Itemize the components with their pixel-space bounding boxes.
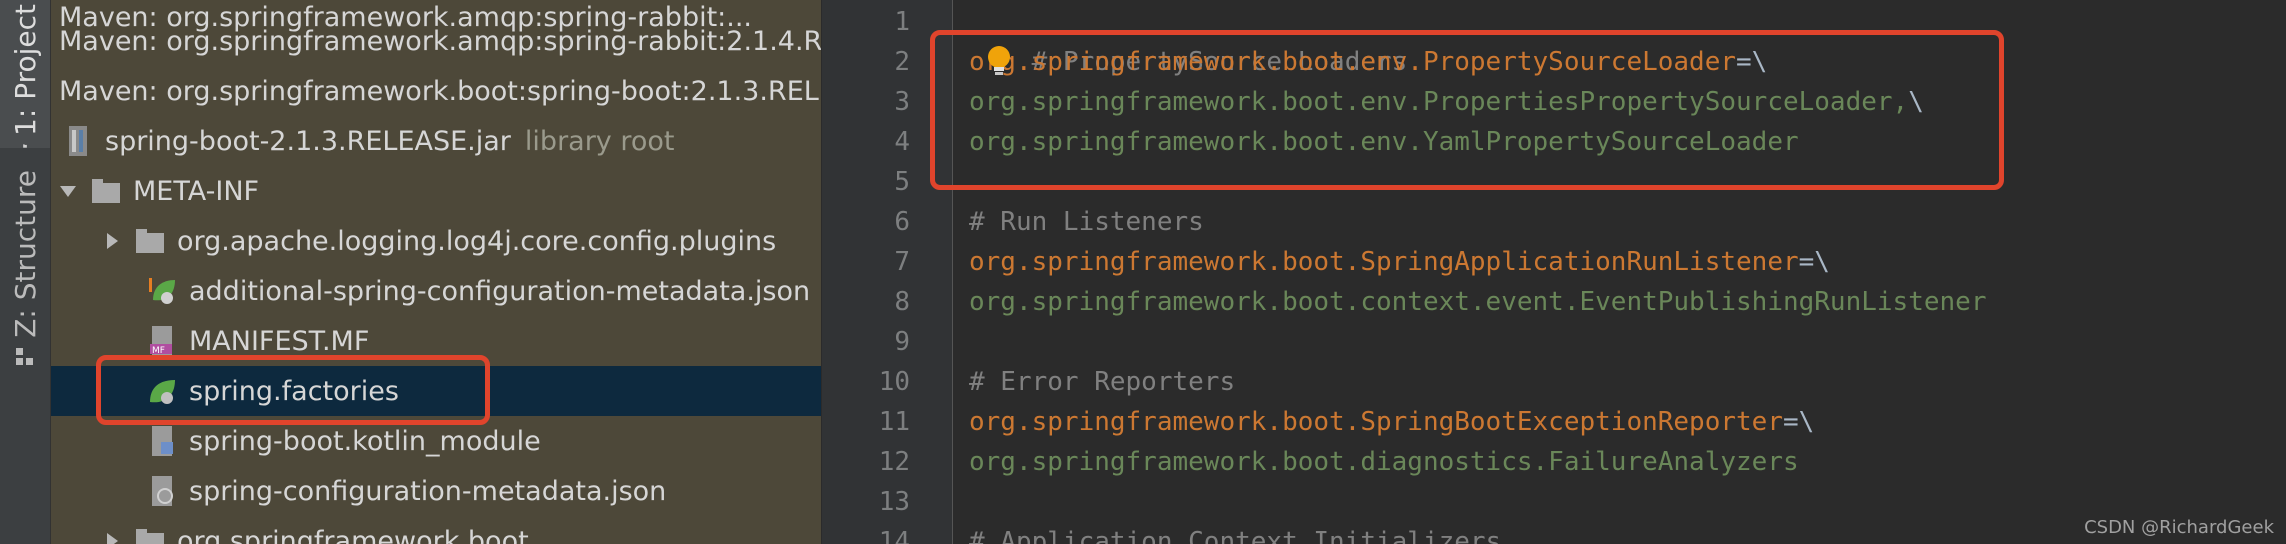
tree-item-label: META-INF bbox=[133, 175, 260, 207]
project-tab-label: 1: Project bbox=[8, 4, 42, 136]
tree-row-additional-metadata[interactable]: additional-spring-configuration-metadata… bbox=[51, 266, 821, 316]
tree-item-label: additional-spring-configuration-metadata… bbox=[189, 275, 811, 307]
comment: # Error Reporters bbox=[969, 367, 1236, 397]
tool-window-strip: 1: Project Z: Structure bbox=[0, 0, 51, 544]
property-key: org.springframework.boot.SpringApplicati… bbox=[969, 247, 1799, 277]
code-line-6[interactable]: # Run Listeners bbox=[969, 202, 1204, 242]
chevron-down-icon[interactable] bbox=[59, 182, 77, 200]
code-line-14[interactable]: # Application Context Initializers bbox=[969, 522, 1501, 544]
line-number: 8 bbox=[894, 287, 910, 317]
tree-item-label: org.springframework.boot bbox=[177, 525, 529, 544]
code-line-8[interactable]: org.springframework.boot.context.event.E… bbox=[969, 282, 1986, 322]
tree-row-meta-inf[interactable]: META-INF bbox=[51, 166, 821, 216]
package-folder-icon bbox=[136, 529, 164, 544]
manifest-icon: MF bbox=[150, 326, 172, 356]
line-number: 3 bbox=[894, 87, 910, 117]
code-line-7[interactable]: org.springframework.boot.SpringApplicati… bbox=[969, 242, 1830, 282]
code-line-12[interactable]: org.springframework.boot.diagnostics.Fai… bbox=[969, 442, 1799, 482]
highlight-box-spring-factories bbox=[96, 355, 490, 425]
structure-tab-label: Z: Structure bbox=[8, 170, 42, 338]
tree-row-org-springframework-boot[interactable]: org.springframework.boot bbox=[51, 516, 821, 544]
project-folder-icon bbox=[23, 144, 27, 148]
project-tree[interactable]: Maven: org.springframework.amqp:spring-r… bbox=[51, 0, 821, 544]
tree-item-label: spring-boot-2.1.3.RELEASE.jar bbox=[105, 125, 511, 157]
package-folder-icon bbox=[136, 229, 164, 253]
tree-item-label: Maven: org.springframework.amqp:spring-r… bbox=[59, 25, 821, 57]
kotlin-module-icon bbox=[152, 426, 173, 456]
tree-item-label: Maven: org.springframework.boot:spring-b… bbox=[59, 75, 819, 107]
tree-row-config-metadata[interactable]: spring-configuration-metadata.json bbox=[51, 466, 821, 516]
folder-icon bbox=[92, 179, 120, 203]
line-number: 5 bbox=[894, 167, 910, 197]
line-number: 14 bbox=[878, 527, 910, 544]
comment: # Application Context Initializers bbox=[969, 527, 1502, 544]
library-root-hint: library root bbox=[524, 125, 675, 157]
line-number: 2 bbox=[894, 47, 910, 77]
tree-item-label: org.apache.logging.log4j.core.config.plu… bbox=[177, 225, 777, 257]
comment: # Run Listeners bbox=[969, 207, 1204, 237]
assign-operator: =\ bbox=[1782, 407, 1815, 437]
spring-json-icon bbox=[149, 278, 175, 304]
line-number: 6 bbox=[894, 207, 910, 237]
json-file-icon bbox=[152, 476, 173, 506]
chevron-right-icon[interactable] bbox=[103, 532, 121, 544]
code-line-11[interactable]: org.springframework.boot.SpringBootExcep… bbox=[969, 402, 1814, 442]
line-number: 9 bbox=[894, 327, 910, 357]
structure-icon bbox=[16, 347, 33, 365]
tree-row-maven-spring-rabbit[interactable]: Maven: org.springframework.amqp:spring-r… bbox=[51, 16, 821, 66]
tree-item-label: spring-configuration-metadata.json bbox=[189, 475, 667, 507]
watermark: CSDN @RichardGeek bbox=[2084, 517, 2274, 538]
chevron-right-icon[interactable] bbox=[103, 232, 121, 250]
jar-icon bbox=[69, 126, 87, 156]
line-number: 12 bbox=[878, 447, 910, 477]
line-number: 10 bbox=[878, 367, 910, 397]
line-number: 13 bbox=[878, 487, 910, 517]
highlight-box-property-source-loaders bbox=[930, 30, 2004, 190]
property-key: org.springframework.boot.SpringBootExcep… bbox=[969, 407, 1783, 437]
tree-row-jar[interactable]: spring-boot-2.1.3.RELEASE.jar library ro… bbox=[51, 116, 821, 166]
line-number: 1 bbox=[894, 7, 910, 37]
project-tool-tab[interactable]: 1: Project bbox=[0, 0, 50, 148]
code-line-10[interactable]: # Error Reporters bbox=[969, 362, 1235, 402]
property-value: org.springframework.boot.context.event.E… bbox=[969, 287, 1987, 317]
line-number: 4 bbox=[894, 127, 910, 157]
line-number: 7 bbox=[894, 247, 910, 277]
tree-row-log4j-plugins[interactable]: org.apache.logging.log4j.core.config.plu… bbox=[51, 216, 821, 266]
tree-item-label: spring-boot.kotlin_module bbox=[189, 425, 541, 457]
line-number: 11 bbox=[878, 407, 910, 437]
property-value: org.springframework.boot.diagnostics.Fai… bbox=[969, 447, 1799, 477]
tree-item-label: MANIFEST.MF bbox=[189, 325, 370, 357]
structure-tool-tab[interactable]: Z: Structure bbox=[0, 170, 50, 370]
tree-row-maven-spring-boot[interactable]: Maven: org.springframework.boot:spring-b… bbox=[51, 66, 821, 116]
assign-operator: =\ bbox=[1798, 247, 1830, 277]
